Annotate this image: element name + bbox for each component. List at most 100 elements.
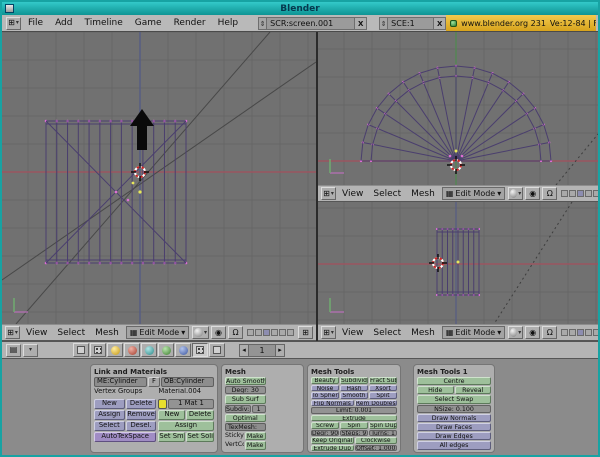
layer-button-3[interactable] [577, 329, 584, 336]
menu-help[interactable]: Help [212, 18, 245, 28]
draw-type-icon[interactable]: ▾ [508, 187, 523, 200]
button-optimal[interactable]: Optimal [225, 414, 266, 422]
layer-button-5[interactable] [593, 190, 598, 197]
button-select[interactable]: Select [94, 421, 125, 431]
scene-selector[interactable]: ⇕ SCE:1 X [379, 17, 446, 30]
field-me-cylinder[interactable]: ME:Cylinder [94, 377, 147, 387]
button-spin[interactable]: Spin [340, 422, 368, 429]
menu-file[interactable]: File [22, 18, 49, 28]
button-extrude[interactable]: Extrude [311, 415, 397, 422]
scene-name-field[interactable]: SCE:1 [388, 17, 434, 30]
button-centre[interactable]: Centre [417, 377, 491, 385]
layer-button-5[interactable] [593, 329, 598, 336]
layer-button-5[interactable] [279, 329, 286, 336]
frame-increment-icon[interactable]: ▸ [275, 344, 285, 357]
browse-screens-icon[interactable]: ⇕ [258, 17, 267, 30]
button-sub-surf[interactable]: Sub Surf [225, 395, 266, 403]
field-steps-9[interactable]: Steps: 9 [340, 430, 368, 437]
layer-button-3[interactable] [577, 190, 584, 197]
render-preview-icon[interactable]: ⊞ [298, 326, 313, 339]
scene-delete-button[interactable]: X [434, 17, 446, 30]
button-fract-subd[interactable]: Fract Subd [369, 377, 397, 384]
frame-decrement-icon[interactable]: ◂ [239, 344, 249, 357]
screen-selector[interactable]: ⇕ SCR:screen.001 X [258, 17, 367, 30]
button-set-smoo[interactable]: Set Smoo [158, 432, 185, 442]
field-turns-1[interactable]: Turns: 1 [369, 430, 397, 437]
field-degr-30[interactable]: Degr: 30 [225, 386, 266, 394]
button-all-edges[interactable]: All edges [417, 441, 491, 449]
window-type-dropdown-icon[interactable]: ▾ [23, 344, 38, 357]
menu-select[interactable]: Select [52, 328, 90, 338]
pivot-icon[interactable]: ◉ [525, 326, 540, 339]
button-extrude-dup[interactable]: Extrude Dup [311, 445, 354, 452]
button-subdivide[interactable]: Subdivide [340, 377, 368, 384]
field-ob-cylinder[interactable]: OB:Cylinder [161, 377, 214, 387]
button-screw[interactable]: Screw [311, 422, 339, 429]
layer-button-4[interactable] [585, 329, 592, 336]
field-subdiv-1[interactable]: Subdiv: 1 [225, 405, 251, 413]
window-type-icon[interactable]: ⊞ ▾ [6, 17, 21, 30]
layer-button-1[interactable] [561, 190, 568, 197]
viewport-type-icon[interactable]: ⊞▾ [321, 187, 336, 200]
button-split[interactable]: Split [369, 392, 397, 399]
viewport-type-icon[interactable]: ⊞▾ [321, 326, 336, 339]
script-icon[interactable] [90, 343, 106, 357]
menu-mesh[interactable]: Mesh [90, 328, 124, 338]
mode-selector[interactable]: ▦Edit Mode▾ [442, 326, 505, 339]
button-set-solid[interactable]: Set Solid [186, 432, 213, 442]
menu-select[interactable]: Select [368, 189, 406, 199]
menu-mesh[interactable]: Mesh [406, 328, 440, 338]
material-icon[interactable] [124, 343, 140, 357]
menu-view[interactable]: View [337, 328, 368, 338]
window-titlebar[interactable]: Blender [2, 2, 598, 15]
button-draw-faces[interactable]: Draw Faces [417, 423, 491, 431]
button-delete[interactable]: Delete [126, 399, 157, 409]
button-delete[interactable]: Delete [186, 410, 213, 420]
menu-select[interactable]: Select [368, 328, 406, 338]
menu-view[interactable]: View [337, 189, 368, 199]
menu-mesh[interactable]: Mesh [406, 189, 440, 199]
menu-view[interactable]: View [21, 328, 52, 338]
proportional-edit-icon[interactable]: Ω [542, 326, 557, 339]
world-icon[interactable] [175, 343, 191, 357]
button-make[interactable]: Make [245, 441, 266, 449]
editing-icon[interactable] [192, 343, 208, 357]
layer-button-2[interactable] [255, 329, 262, 336]
viewport-type-icon[interactable]: ⊞▾ [5, 326, 20, 339]
website-label[interactable]: www.blender.org 231 [461, 19, 546, 28]
button-select-swap[interactable]: Select Swap [417, 395, 491, 403]
field-1-mat-1[interactable]: 1 Mat 1 [168, 399, 213, 409]
button-rem-doubles[interactable]: Rem Doubles [355, 400, 398, 407]
button-make[interactable]: Make [245, 432, 266, 440]
button-desel[interactable]: Desel. [126, 421, 157, 431]
button-flip-normals[interactable]: Flip Normals [311, 400, 354, 407]
button-autotexspace[interactable]: AutoTexSpace [94, 432, 156, 442]
button-new[interactable]: New [94, 399, 125, 409]
field-offset-1-000[interactable]: Offset: 1.000 [355, 445, 398, 452]
button-assign[interactable]: Assign [158, 421, 213, 431]
button-assign[interactable]: Assign [94, 410, 125, 420]
button-auto-smooth[interactable]: Auto Smooth [225, 377, 266, 385]
draw-type-icon[interactable]: ▾ [508, 326, 523, 339]
pivot-icon[interactable]: ◉ [211, 326, 226, 339]
layer-button-2[interactable] [569, 190, 576, 197]
proportional-edit-icon[interactable]: Ω [228, 326, 243, 339]
panel-alignment-icon[interactable]: ▤ [6, 344, 21, 357]
button-keep-original[interactable]: Keep Original [311, 437, 354, 444]
button-spin-dup[interactable]: Spin Dup [369, 422, 397, 429]
mode-selector[interactable]: ▦Edit Mode▾ [126, 326, 189, 339]
viewport-top[interactable] [318, 32, 598, 185]
menu-add[interactable]: Add [49, 18, 78, 28]
scene-icon[interactable] [209, 343, 225, 357]
button-clockwise[interactable]: Clockwise [355, 437, 398, 444]
screen-name-field[interactable]: SCR:screen.001 [267, 17, 355, 30]
field-limit-0-001[interactable]: Limit: 0.001 [311, 407, 397, 414]
button-xsort[interactable]: Xsort [369, 385, 397, 392]
layer-button-1[interactable] [561, 329, 568, 336]
logic-icon[interactable] [73, 343, 89, 357]
button-hide[interactable]: Hide [417, 386, 454, 394]
button-draw-edges[interactable]: Draw Edges [417, 432, 491, 440]
button-to-sphere[interactable]: To Sphere [311, 392, 339, 399]
radiosity-icon[interactable] [158, 343, 174, 357]
layer-button-3[interactable] [263, 329, 270, 336]
